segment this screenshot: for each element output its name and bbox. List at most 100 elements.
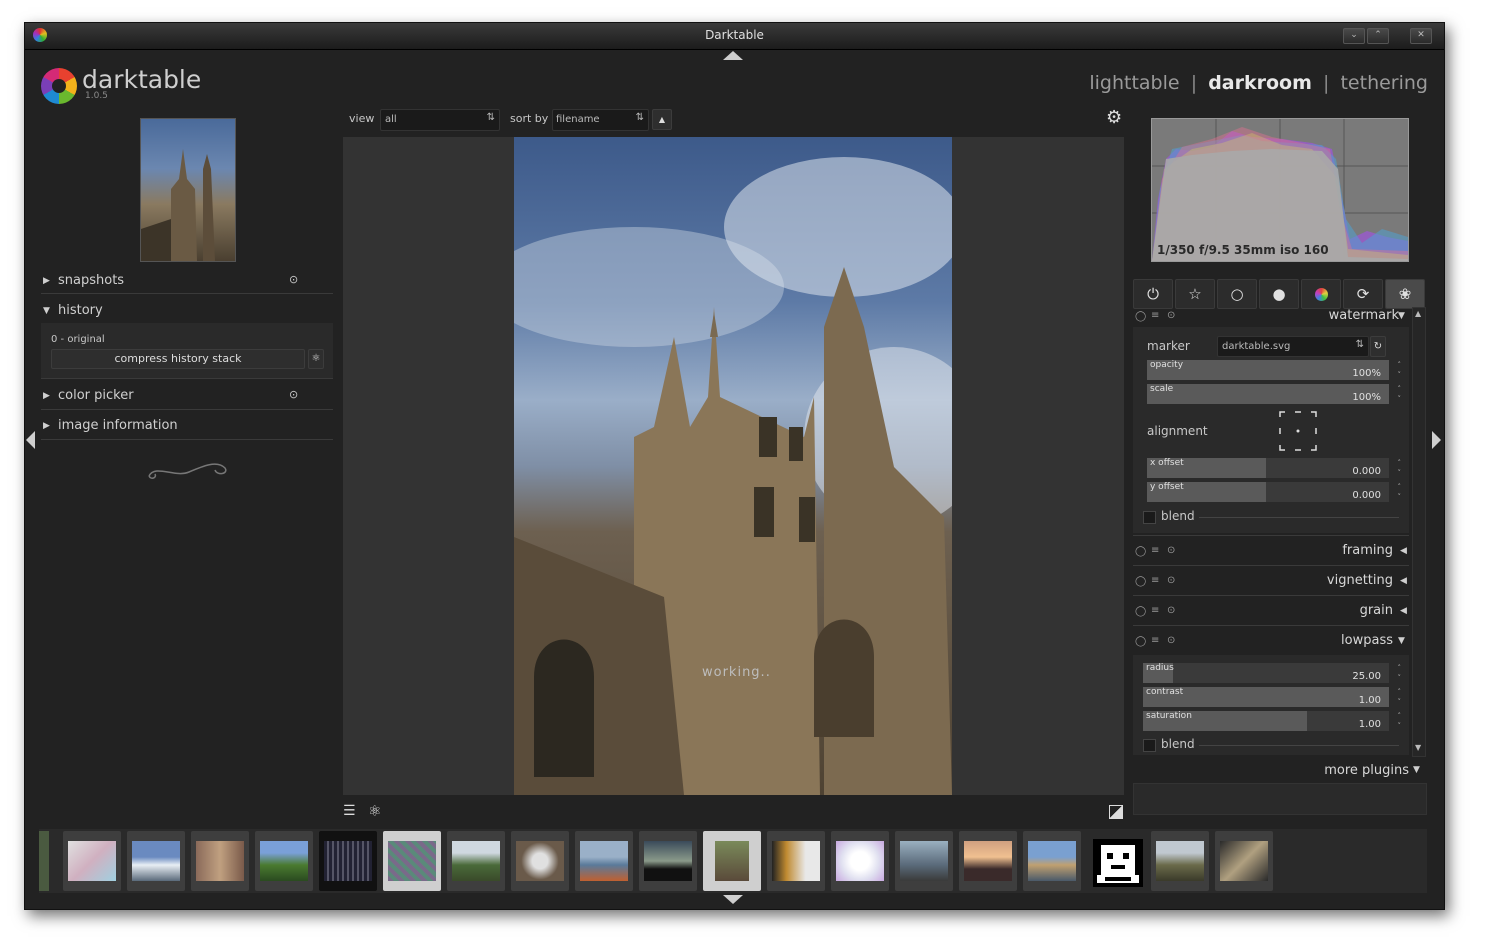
marker-refresh-icon[interactable]: ↻ [1370, 336, 1386, 357]
close-button[interactable]: ✕ [1410, 28, 1432, 44]
alignment-grid-icon[interactable] [1279, 411, 1317, 451]
sort-order-button[interactable]: ▲ [652, 109, 672, 130]
radius-slider[interactable]: radius 25.00 ˄ ˅ [1143, 663, 1401, 683]
history-expand-icon[interactable]: ▼ [43, 306, 50, 316]
maximize-button[interactable]: ⌃ [1367, 28, 1389, 44]
grain-reset-icon[interactable]: ⊙ [1167, 605, 1175, 616]
minimize-button[interactable]: ⌄ [1343, 28, 1365, 44]
filmstrip-thumb[interactable] [639, 831, 697, 891]
color-picker-reset-icon[interactable]: ⊙ [289, 388, 298, 401]
compress-history-button[interactable]: compress history stack [51, 349, 305, 369]
color-picker-expand-icon[interactable]: ▶ [43, 391, 50, 401]
filmstrip-thumb[interactable] [319, 831, 377, 891]
filmstrip-thumb-placeholder[interactable] [1093, 839, 1143, 887]
framing-presets-icon[interactable]: ≡ [1151, 545, 1159, 556]
filmstrip-thumb[interactable] [1023, 831, 1081, 891]
vignetting-header[interactable]: vignetting [1327, 573, 1393, 588]
overexposed-toggle-icon[interactable] [1109, 805, 1123, 819]
snapshots-reset-icon[interactable]: ⊙ [289, 273, 298, 286]
filmstrip-thumb-selected[interactable] [383, 831, 441, 891]
preferences-gear-icon[interactable]: ⚙ [1106, 107, 1122, 128]
watermark-collapse-icon[interactable]: ▼ [1398, 311, 1405, 321]
group-correct-button[interactable]: ⟳ [1343, 279, 1383, 309]
contrast-slider[interactable]: contrast 1.00 ˄ ˅ [1143, 687, 1401, 707]
filmstrip-thumb[interactable] [63, 831, 121, 891]
filmstrip-thumb[interactable] [575, 831, 633, 891]
more-plugins-link[interactable]: more plugins [1324, 763, 1409, 778]
lowpass-collapse-icon[interactable]: ▼ [1398, 636, 1405, 646]
view-tethering[interactable]: tethering [1340, 72, 1428, 94]
vignetting-expand-icon[interactable]: ◀ [1400, 576, 1407, 586]
stepper-arrows-icon[interactable]: ˄ ˅ [1398, 458, 1402, 478]
view-filter-dropdown[interactable]: all ⇅ [380, 109, 500, 131]
lowpass-presets-icon[interactable]: ≡ [1151, 635, 1159, 646]
y-offset-slider[interactable]: y offset 0.000 ˄ ˅ [1147, 482, 1401, 502]
view-darkroom[interactable]: darkroom [1208, 72, 1312, 94]
history-header[interactable]: history [58, 303, 103, 318]
quick-access-menu-icon[interactable]: ☰ [343, 803, 356, 819]
vignetting-presets-icon[interactable]: ≡ [1151, 575, 1159, 586]
image-information-header[interactable]: image information [58, 418, 178, 433]
sort-by-dropdown[interactable]: filename ⇅ [552, 109, 649, 131]
left-panel-toggle-icon[interactable] [26, 431, 35, 449]
lowpass-header[interactable]: lowpass [1341, 633, 1393, 648]
scroll-up-icon[interactable]: ▲ [1415, 309, 1421, 318]
right-panel-scrollbar[interactable] [1412, 307, 1426, 757]
vignetting-reset-icon[interactable]: ⊙ [1167, 575, 1175, 586]
center-view[interactable]: working.. [343, 137, 1124, 795]
stepper-arrows-icon[interactable]: ˄ ˅ [1398, 360, 1402, 380]
filmstrip-thumb[interactable] [255, 831, 313, 891]
stepper-arrows-icon[interactable]: ˄ ˅ [1398, 384, 1402, 404]
filmstrip-thumb[interactable] [127, 831, 185, 891]
group-effects-button[interactable]: ❀ [1385, 279, 1425, 309]
stepper-arrows-icon[interactable]: ˄ ˅ [1398, 711, 1402, 731]
framing-enable-icon[interactable]: ◯ [1135, 546, 1146, 557]
snapshots-expand-icon[interactable]: ▶ [43, 276, 50, 286]
filmstrip-thumb[interactable] [447, 831, 505, 891]
marker-dropdown[interactable]: darktable.svg ⇅ [1217, 336, 1369, 357]
group-tone-button[interactable]: ● [1259, 279, 1299, 309]
watermark-header[interactable]: watermark [1329, 308, 1399, 323]
styles-icon[interactable]: ⚛ [368, 802, 381, 820]
stepper-arrows-icon[interactable]: ˄ ˅ [1398, 663, 1402, 683]
opacity-slider[interactable]: opacity 100% ˄ ˅ [1147, 360, 1401, 380]
framing-header[interactable]: framing [1342, 543, 1393, 558]
watermark-blend-checkbox[interactable] [1143, 511, 1156, 524]
watermark-presets-icon[interactable]: ≡ [1151, 310, 1159, 321]
grain-presets-icon[interactable]: ≡ [1151, 605, 1159, 616]
lowpass-blend-checkbox[interactable] [1143, 739, 1156, 752]
saturation-slider[interactable]: saturation 1.00 ˄ ˅ [1143, 711, 1401, 731]
filmstrip-thumb[interactable] [39, 831, 49, 891]
view-lighttable[interactable]: lighttable [1089, 72, 1179, 94]
filmstrip-thumb[interactable] [767, 831, 825, 891]
main-image[interactable]: working.. [514, 137, 952, 795]
filmstrip-thumb[interactable] [1215, 831, 1273, 891]
stepper-arrows-icon[interactable]: ˄ ˅ [1398, 687, 1402, 707]
right-panel-toggle-icon[interactable] [1432, 431, 1441, 449]
image-information-expand-icon[interactable]: ▶ [43, 421, 50, 431]
color-picker-header[interactable]: color picker [58, 388, 134, 403]
vignetting-enable-icon[interactable]: ◯ [1135, 576, 1146, 587]
filmstrip-thumb[interactable] [191, 831, 249, 891]
group-color-button[interactable] [1301, 279, 1341, 309]
filmstrip-thumb[interactable] [895, 831, 953, 891]
stepper-arrows-icon[interactable]: ˄ ˅ [1398, 482, 1402, 502]
filmstrip-thumb[interactable] [831, 831, 889, 891]
filmstrip-thumb[interactable] [703, 831, 761, 891]
filmstrip-thumb[interactable] [1151, 831, 1209, 891]
framing-reset-icon[interactable]: ⊙ [1167, 545, 1175, 556]
grain-header[interactable]: grain [1360, 603, 1393, 618]
scale-slider[interactable]: scale 100% ˄ ˅ [1147, 384, 1401, 404]
snapshots-header[interactable]: snapshots [58, 273, 124, 288]
grain-expand-icon[interactable]: ◀ [1400, 606, 1407, 616]
group-basic-button[interactable]: ○ [1217, 279, 1257, 309]
navigation-thumbnail[interactable] [140, 118, 236, 262]
lowpass-reset-icon[interactable]: ⊙ [1167, 635, 1175, 646]
more-plugins-expand-icon[interactable]: ▼ [1413, 765, 1420, 775]
history-create-style-button[interactable]: ⚛ [308, 349, 324, 369]
lowpass-enable-icon[interactable]: ◯ [1135, 636, 1146, 647]
histogram[interactable]: 1/350 f/9.5 35mm iso 160 [1151, 118, 1409, 262]
watermark-reset-icon[interactable]: ⊙ [1167, 310, 1175, 321]
grain-enable-icon[interactable]: ◯ [1135, 606, 1146, 617]
scroll-down-icon[interactable]: ▼ [1415, 743, 1421, 752]
